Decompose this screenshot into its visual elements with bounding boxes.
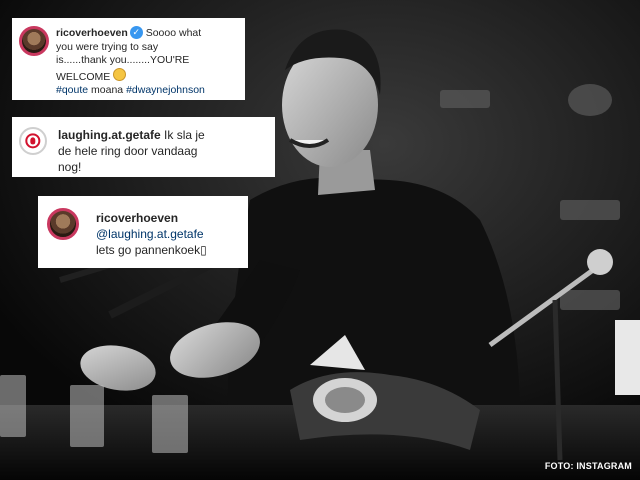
username[interactable]: ricoverhoeven	[96, 211, 178, 225]
mention-link[interactable]: @laughing.at.getafe	[96, 227, 204, 241]
comment-text-line-4: WELCOME	[56, 70, 111, 83]
comment-text-line-1: Ik sla je	[164, 128, 205, 142]
comment-text-line-3: is......thank you........YOU'RE	[56, 54, 190, 66]
comment-text-line-2: lets go pannenkoek▯	[96, 243, 207, 257]
photo-credit: FOTO: INSTAGRAM	[544, 461, 632, 471]
club-logo-icon	[25, 133, 41, 149]
hashtag-dwaynejohnson[interactable]: #dwaynejohnson	[126, 84, 205, 96]
avatar[interactable]	[19, 26, 49, 56]
instagram-comment-1: ricoverhoeven ✓ Soooo what you were tryin…	[12, 18, 245, 100]
comment-text-line-2: de hele ring door vandaag	[58, 144, 198, 158]
comment-body: laughing.at.getafe Ik sla je de hele rin…	[58, 127, 270, 175]
comment-text-line-2: you were trying to say	[56, 40, 159, 53]
comment-plain-word: moana	[91, 84, 124, 96]
comment-text-line-3: nog!	[58, 160, 82, 174]
comment-text-line-1: Soooo what	[145, 27, 202, 39]
comment-body: ricoverhoeven ✓ Soooo what you were tryin…	[56, 26, 242, 98]
instagram-comment-3: ricoverhoeven @laughing.at.getafe lets g…	[38, 196, 248, 268]
verified-badge-icon: ✓	[129, 26, 143, 39]
avatar[interactable]	[47, 208, 79, 240]
comment-body: ricoverhoeven @laughing.at.getafe lets g…	[96, 210, 246, 258]
username[interactable]: ricoverhoeven	[56, 27, 128, 39]
username[interactable]: laughing.at.getafe	[58, 128, 161, 142]
grinning-emoji-icon	[113, 67, 127, 81]
avatar[interactable]	[19, 127, 47, 155]
instagram-comment-2: laughing.at.getafe Ik sla je de hele rin…	[12, 117, 275, 177]
hashtag-qoute[interactable]: #qoute	[56, 84, 88, 96]
